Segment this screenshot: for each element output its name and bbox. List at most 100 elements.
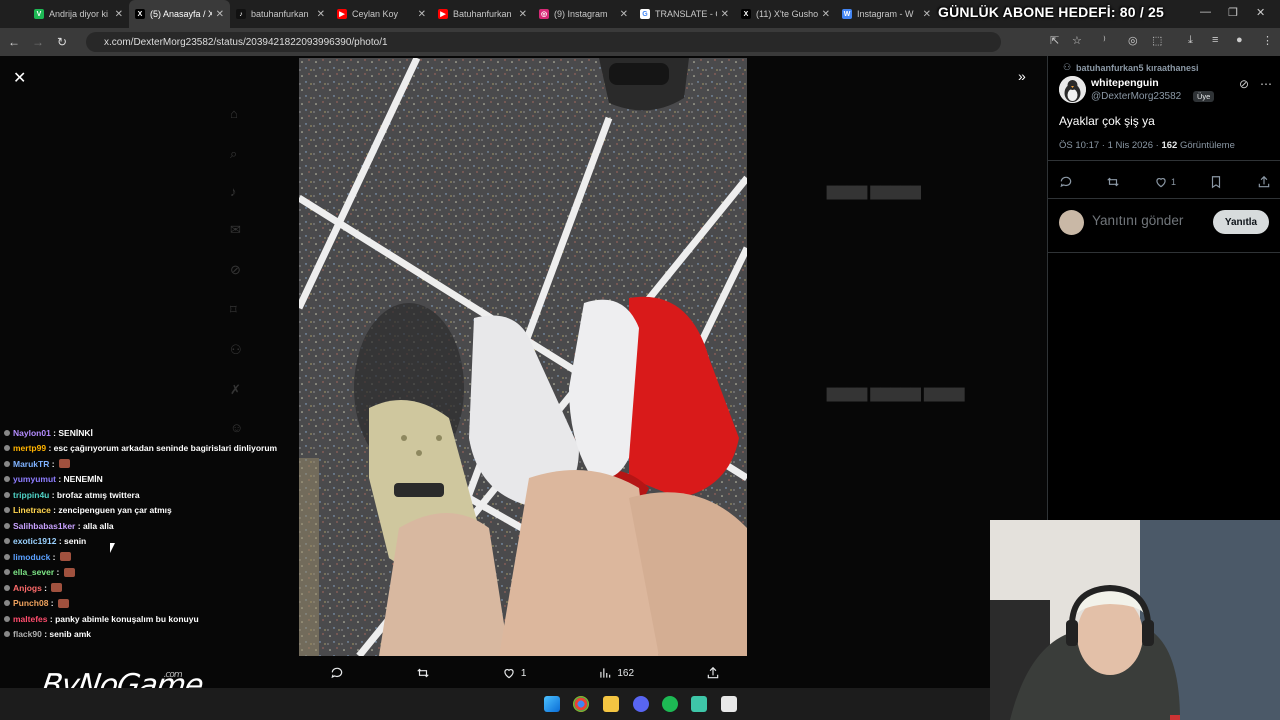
author-name[interactable]: whitepenguin — [1091, 77, 1159, 89]
chat-emote-icon — [58, 459, 70, 469]
chat-username[interactable]: ella_sever — [13, 567, 54, 577]
reload-icon[interactable]: ↻ — [50, 35, 74, 49]
chat-username[interactable]: Anjogs — [13, 583, 42, 593]
tab-close-icon[interactable]: ✕ — [923, 9, 931, 20]
browser-tab[interactable]: ◎ (9) Instagram ✕ — [533, 0, 634, 28]
browser-tab[interactable]: G TRANSLATE - C ✕ — [634, 0, 735, 28]
more-options-icon[interactable]: ⋯ — [1260, 77, 1272, 91]
chat-emote-icon — [51, 583, 63, 593]
grok-icon[interactable]: ⊘ — [1239, 77, 1249, 91]
chat-username[interactable]: MarukTR — [13, 459, 49, 469]
tab-strip: V Andrija diyor ki ✕ X (5) Anasayfa / X ✕ ♪ bat… — [0, 0, 937, 28]
cast-icon[interactable]: ⇱ — [1050, 34, 1059, 47]
reading-list-icon[interactable]: ≡ — [1212, 34, 1218, 46]
chat-username[interactable]: exotic1912 — [13, 536, 56, 546]
app-icon[interactable] — [691, 696, 707, 712]
chat-username[interactable]: yumyumut — [13, 474, 56, 484]
tweet-photo[interactable] — [299, 58, 747, 656]
reply-input[interactable]: Yanıtını gönder — [1092, 213, 1183, 228]
bookmark-icon[interactable] — [1209, 175, 1223, 189]
minimize-icon[interactable]: — — [1200, 6, 1211, 18]
profile-avatar-icon[interactable]: ● — [1236, 34, 1243, 46]
chat-separator: : — [48, 598, 56, 609]
chat-separator: : — [56, 536, 65, 547]
browser-tab[interactable]: W Instagram - W ✕ — [836, 0, 937, 28]
tab-close-icon[interactable]: ✕ — [822, 9, 830, 20]
share-icon — [707, 666, 719, 679]
author-handle[interactable]: @DexterMorg23582 — [1091, 91, 1181, 102]
reply-submit-button[interactable]: Yanıtla — [1213, 210, 1269, 234]
views-button[interactable]: 162 — [598, 666, 634, 680]
extension-icon[interactable]: ⁾ — [1103, 34, 1106, 47]
spotify-icon[interactable] — [662, 696, 678, 712]
tab-close-icon[interactable]: ✕ — [216, 9, 224, 20]
reply-icon[interactable] — [1059, 175, 1073, 189]
notifications-nav-icon: ♪ — [230, 184, 237, 199]
tweet-timestamp[interactable]: ÖS 10:17 · 1 Nis 2026 · — [1059, 140, 1161, 151]
chat-text: brofaz atmış twittera — [56, 489, 140, 500]
browser-tab[interactable]: ♪ batuhanfurkan ✕ — [230, 0, 331, 28]
tab-close-icon[interactable]: ✕ — [317, 9, 325, 20]
author-avatar[interactable] — [1059, 76, 1086, 103]
retweet-button[interactable] — [416, 666, 430, 680]
chrome-taskbar-icon[interactable] — [573, 696, 589, 712]
download-icon[interactable]: ⤓ — [1188, 34, 1193, 47]
chat-username[interactable]: trippin4u — [13, 490, 49, 500]
bookmark-star-icon[interactable]: ☆ — [1072, 34, 1082, 47]
chat-message: Anjogs : — [0, 580, 300, 596]
tweet-meta: ÖS 10:17 · 1 Nis 2026 · 162 Görüntüleme — [1059, 140, 1235, 151]
chat-username[interactable]: maltefes — [13, 614, 48, 624]
browser-tab[interactable]: V Andrija diyor ki ✕ — [28, 0, 129, 28]
google-icon: G — [640, 9, 650, 19]
forward-icon[interactable]: → — [26, 35, 50, 49]
discord-icon[interactable] — [633, 696, 649, 712]
retweet-icon[interactable] — [1106, 175, 1120, 189]
chat-message: Linetrace : zencipenguen yan çar atmış — [0, 503, 300, 519]
chat-separator: : — [50, 427, 59, 438]
chat-username[interactable]: flack90 — [13, 629, 42, 639]
divider — [1048, 160, 1280, 161]
store-icon[interactable] — [721, 696, 737, 712]
retweet-context-icon: ⚇ — [1063, 62, 1072, 72]
chat-username[interactable]: Linetrace — [13, 505, 51, 515]
file-explorer-icon[interactable] — [603, 696, 619, 712]
back-icon[interactable]: ← — [2, 35, 26, 49]
browser-tab[interactable]: ▶ Batuhanfurkan ✕ — [432, 0, 533, 28]
tab-close-icon[interactable]: ✕ — [519, 9, 527, 20]
browser-tab[interactable]: X (5) Anasayfa / X ✕ — [129, 0, 230, 28]
chat-message: Naylon01 : SENİNKİ — [0, 425, 300, 441]
tab-title: batuhanfurkan — [251, 9, 309, 19]
extensions-puzzle-icon[interactable]: ⬚ — [1152, 34, 1162, 47]
tab-close-icon[interactable]: ✕ — [418, 9, 426, 20]
tweet-text: Ayaklar çok şiş ya — [1059, 114, 1155, 128]
chat-username[interactable]: mertp99 — [13, 443, 46, 453]
streamer-webcam — [990, 520, 1280, 720]
menu-kebab-icon[interactable]: ⋮ — [1262, 34, 1273, 47]
chat-username[interactable]: Punch08 — [13, 598, 48, 608]
share-icon[interactable] — [1257, 175, 1271, 189]
reply-button[interactable] — [330, 666, 344, 680]
browser-tab[interactable]: X (11) X'te Gusho ✕ — [735, 0, 836, 28]
like-button[interactable]: 1 — [502, 666, 526, 680]
close-window-icon[interactable]: ✕ — [1256, 6, 1265, 19]
chat-username[interactable]: Naylon01 — [13, 428, 51, 438]
chat-username[interactable]: limoduck — [13, 552, 50, 562]
chat-badge-icon — [4, 600, 10, 607]
share-button[interactable] — [706, 666, 720, 680]
windows-start-icon[interactable] — [544, 696, 560, 712]
browser-tab[interactable]: ▶ Ceylan Koy ✕ — [331, 0, 432, 28]
vpn-icon[interactable]: ◎ — [1128, 34, 1138, 47]
chat-username[interactable]: Salihbabas1ker — [13, 521, 75, 531]
tab-close-icon[interactable]: ✕ — [721, 9, 729, 20]
retweet-context[interactable]: batuhanfurkan5 kıraathanesi — [1076, 63, 1199, 73]
url-field[interactable]: x.com/DexterMorg23582/status/20394218220… — [86, 32, 1001, 52]
close-viewer-icon[interactable]: ✕ — [13, 68, 26, 88]
expand-panel-icon[interactable]: » — [1018, 68, 1026, 84]
like-button[interactable]: 1 — [1154, 175, 1176, 189]
home-nav-icon: ⌂ — [230, 106, 238, 121]
tab-close-icon[interactable]: ✕ — [620, 9, 628, 20]
web-icon: W — [842, 9, 852, 19]
maximize-icon[interactable]: ❐ — [1228, 6, 1238, 19]
tiktok-icon: ♪ — [236, 9, 246, 19]
tab-close-icon[interactable]: ✕ — [115, 9, 123, 20]
